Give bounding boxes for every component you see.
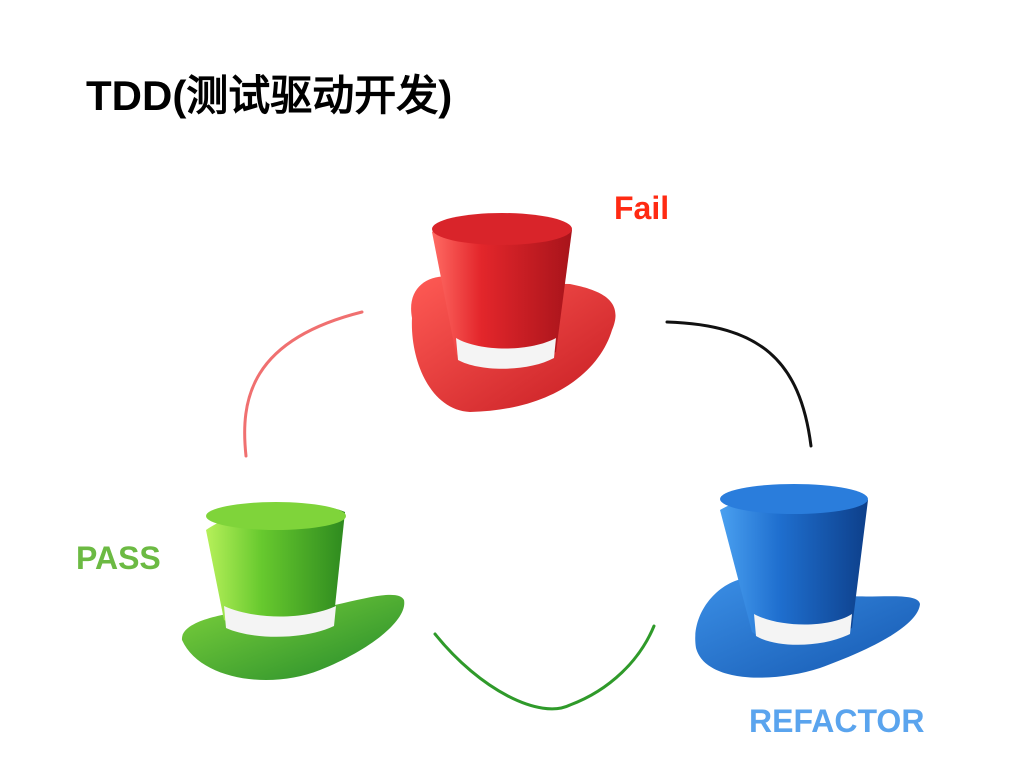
stage-label-fail: Fail: [614, 190, 670, 226]
hat-cycle-diagram: [181, 213, 920, 711]
stage-label-pass: PASS: [76, 540, 161, 576]
red-top-hat-icon: [411, 213, 616, 412]
connector-refactor-to-pass: [433, 624, 656, 711]
connector-fail-to-refactor: [665, 320, 813, 448]
stage-label-refactor: REFACTOR: [749, 703, 925, 739]
slide: TDD(测试驱动开发) Fail PASS REFACTOR: [0, 0, 1012, 766]
green-top-hat-icon: [181, 502, 405, 680]
connector-pass-to-fail: [243, 310, 364, 458]
blue-top-hat-icon: [695, 484, 920, 678]
